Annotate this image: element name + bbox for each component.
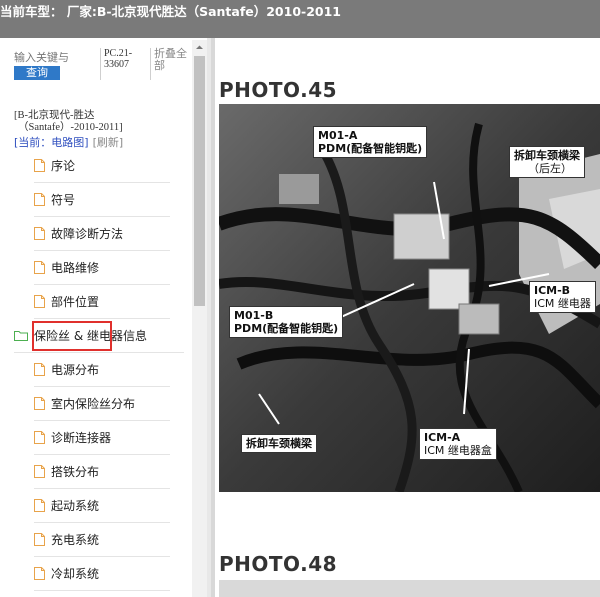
label-code: ICM-B [534, 284, 571, 297]
label-desc: 拆卸车颈横梁 [514, 149, 580, 162]
tree-item-label: 序论 [51, 158, 76, 173]
tree-item-label: 充电系统 [51, 532, 100, 547]
tree-item-component-location[interactable]: 部件位置 [34, 284, 170, 319]
label-icma: ICM-A ICM 继电器盒 [419, 428, 497, 460]
fold-all-button[interactable]: 折叠全部 [150, 48, 194, 80]
label-desc: ICM 继电器盒 [424, 444, 492, 457]
search-input[interactable] [14, 50, 92, 64]
label-desc: ICM 继电器 [534, 297, 591, 310]
tree-item-power-distribution[interactable]: 电源分布 [34, 352, 170, 387]
main-content: PHOTO.45 M01-A PDM(配备智能钥匙) 拆卸车颈横梁 （后左） M… [211, 38, 600, 597]
document-icon [34, 498, 45, 512]
label-code: M01-A [318, 129, 358, 142]
label-code: ICM-A [424, 431, 461, 444]
label-desc: PDM(配备智能钥匙) [318, 142, 423, 155]
label-icmb: ICM-B ICM 继电器 [529, 281, 596, 313]
tree-item-diagnosis[interactable]: 故障诊断方法 [34, 216, 170, 251]
sidebar: 查询 PC.21-33607 折叠全部 [B-北京现代-胜达 （Santafe）… [0, 38, 207, 597]
tree-item-ground-distribution[interactable]: 搭铁分布 [34, 454, 170, 489]
tree-item-label: 室内保险丝分布 [51, 396, 136, 411]
tree-item-label: 电源分布 [51, 362, 100, 377]
tree-item-label: 符号 [51, 192, 76, 207]
label-desc: 拆卸车颈横梁 [246, 437, 312, 450]
tree-item-cooling-system[interactable]: 冷却系统 [34, 556, 170, 591]
folder-icon [14, 330, 28, 341]
search-row: 查询 PC.21-33607 折叠全部 [0, 38, 192, 82]
document-icon [34, 532, 45, 546]
label-sub: （后左） [528, 162, 572, 175]
tree-item-label: 起动系统 [51, 498, 100, 513]
document-icon [34, 430, 45, 444]
photo-title: PHOTO.45 [219, 78, 338, 102]
label-m01a: M01-A PDM(配备智能钥匙) [313, 126, 428, 158]
document-icon [34, 192, 45, 206]
label-desc: PDM(配备智能钥匙) [234, 322, 339, 335]
tree-item-label: 搭铁分布 [51, 464, 100, 479]
tree-item-label: 故障诊断方法 [51, 226, 124, 241]
scroll-thumb[interactable] [194, 56, 205, 306]
title-bar: 当前车型： 厂家:B-北京现代胜达（Santafe）2010-2011 [0, 0, 600, 38]
tree-item-diagnostic-connector[interactable]: 诊断连接器 [34, 420, 170, 455]
document-icon [34, 396, 45, 410]
vehicle-info: [B-北京现代-胜达 （Santafe）-2010-2011] [14, 110, 192, 134]
tree-item-label: 诊断连接器 [51, 430, 112, 445]
label-remove-top: 拆卸车颈横梁 （后左） [509, 146, 585, 178]
document-icon [34, 362, 45, 376]
vehicle-line-1: [B-北京现代-胜达 [14, 110, 95, 121]
tree-item-label: 电路维修 [51, 260, 100, 275]
document-icon [34, 260, 45, 274]
tree-item-interior-fuse[interactable]: 室内保险丝分布 [34, 386, 170, 421]
label-code: M01-B [234, 309, 274, 322]
photo-48-preview [219, 580, 600, 597]
tree-item-label: 冷却系统 [51, 566, 100, 581]
document-icon [34, 566, 45, 580]
tree-item-label: 部件位置 [51, 294, 100, 309]
document-icon [34, 226, 45, 240]
document-icon [34, 464, 45, 478]
vehicle-line-2: （Santafe）-2010-2011] [18, 122, 123, 133]
vehicle-title: 当前车型： 厂家:B-北京现代胜达（Santafe）2010-2011 [0, 4, 341, 19]
tree-item-intro[interactable]: 序论 [34, 148, 170, 183]
tree-item-charging-system[interactable]: 充电系统 [34, 522, 170, 557]
document-icon [34, 294, 45, 308]
tree-item-symbols[interactable]: 符号 [34, 182, 170, 217]
code-label: PC.21-33607 [100, 48, 148, 80]
label-remove-bottom: 拆卸车颈横梁 [241, 434, 317, 453]
sidebar-scrollbar[interactable] [192, 40, 207, 597]
tree-item-circuit-repair[interactable]: 电路维修 [34, 250, 170, 285]
selection-highlight [32, 321, 112, 351]
label-m01b: M01-B PDM(配备智能钥匙) [229, 306, 344, 338]
scroll-up-arrow-icon[interactable] [192, 40, 207, 55]
frame-border [211, 38, 215, 597]
query-button[interactable]: 查询 [14, 66, 60, 80]
document-icon [34, 158, 45, 172]
photo-title: PHOTO.48 [219, 552, 338, 576]
tree-item-starting-system[interactable]: 起动系统 [34, 488, 170, 523]
